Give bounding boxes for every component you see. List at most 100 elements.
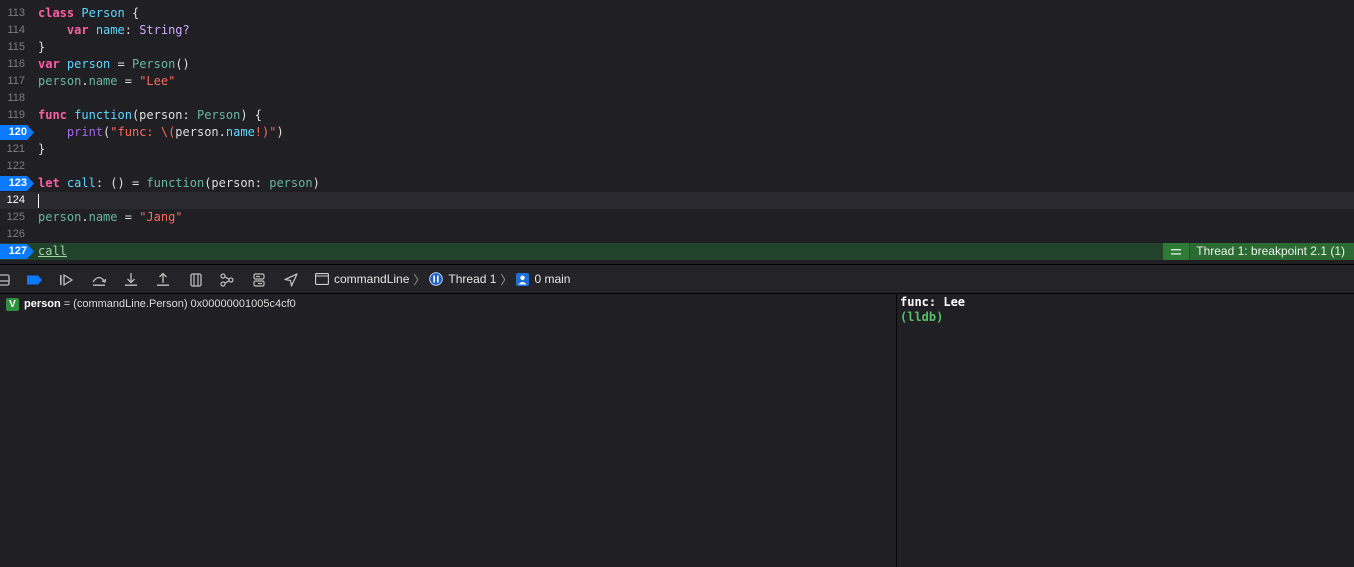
variables-view[interactable]: V person = (commandLine.Person) 0x000000… [0,294,896,567]
step-over-icon[interactable] [91,272,107,288]
identifier: call [38,244,67,258]
code-line[interactable]: 113 class Person { [0,5,1354,22]
identifier: person [38,74,82,88]
breadcrumb: commandLine 〉 Thread 1 〉 0 main [315,265,570,293]
punctuation: } [38,40,46,54]
line-number: 121 [6,143,25,155]
property-name: name [225,125,255,139]
line-number: 114 [7,24,25,36]
identifier: person [38,210,82,224]
line-number: 123 [8,177,27,189]
console-output: func: Lee [900,295,966,309]
simulate-location-icon[interactable] [283,272,299,288]
variable-badge: V [6,297,19,311]
view-hierarchy-icon[interactable] [188,272,204,288]
line-number: 115 [7,41,25,53]
line-number: 116 [7,58,25,70]
code-line[interactable]: 123 let call: () = function(person: pers… [0,175,1354,192]
code-line[interactable]: 126 [0,226,1354,243]
annotation-message: Thread 1: breakpoint 2.1 (1) [1189,243,1354,260]
code-line-current[interactable]: 124 [0,192,1354,209]
code-line[interactable]: 114 var name: String? [0,22,1354,39]
punctuation: ) { [240,108,263,122]
type-name: Person [131,57,176,71]
identifier: name [88,74,118,88]
chevron-right-icon: 〉 [413,272,426,287]
punctuation: ) [276,125,284,139]
code-line[interactable]: 115 } [0,39,1354,56]
breakpoints-toggle-icon[interactable] [26,272,42,288]
code-line-active[interactable]: 127 call Thread 1: breakpoint 2.1 (1) [0,243,1354,260]
code-line[interactable]: 117 person.name = "Lee" [0,73,1354,90]
environment-overrides-icon[interactable] [251,272,267,288]
identifier: person [175,125,219,139]
memory-graph-icon[interactable] [219,272,235,288]
punctuation: ) [312,176,320,190]
source-editor[interactable]: 113 class Person { 114 var name: String?… [0,0,1354,263]
line-number: 124 [6,194,25,206]
continue-icon[interactable] [58,272,75,288]
type-name: Person [196,108,241,122]
hide-debug-area-icon[interactable] [0,272,12,288]
punctuation: (person: [204,176,270,190]
function-name: function [74,108,132,122]
step-out-icon[interactable] [155,272,171,288]
keyword: var [38,57,60,71]
string-literal: "Jang" [139,210,183,224]
window-icon [315,273,329,285]
breadcrumb-thread[interactable]: Thread 1 [448,272,496,286]
variable-value: = (commandLine.Person) 0x00000001005c4cf… [63,298,296,310]
string-literal: "func: \( [110,125,176,139]
text-caret [38,193,39,208]
string-literal: !)" [254,125,277,139]
line-number: 126 [6,228,25,240]
punctuation: } [38,142,46,156]
equals-icon [1163,243,1190,260]
line-number: 118 [7,92,25,104]
step-into-icon[interactable] [123,272,139,288]
line-number: 127 [8,245,27,257]
line-number: 120 [8,126,27,138]
punctuation: = [117,210,140,224]
code-line[interactable]: 119 func function(person: Person) { [0,107,1354,124]
breakpoint-marker[interactable]: 127 [0,244,34,259]
code-line[interactable]: 120 print("func: \(person.name!)") [0,124,1354,141]
line-number: 113 [7,7,25,19]
line-number: 119 [7,109,25,121]
variable-name: person [24,298,61,310]
punctuation: (person: [131,108,197,122]
breakpoint-annotation[interactable]: Thread 1: breakpoint 2.1 (1) [1163,243,1354,260]
identifier: person [269,176,313,190]
function-call: function [146,176,205,190]
breadcrumb-target[interactable]: commandLine [334,272,409,286]
punctuation: { [131,6,140,20]
variable-row[interactable]: V person = (commandLine.Person) 0x000000… [6,296,296,312]
code-line[interactable]: 125 person.name = "Jang" [0,209,1354,226]
keyword: func [38,108,67,122]
keyword: class [38,6,75,20]
breadcrumb-frame[interactable]: 0 main [534,272,570,286]
line-number: 117 [7,75,25,87]
code-line[interactable]: 122 [0,158,1354,175]
line-number: 122 [6,160,25,172]
variable-name: person [66,57,111,71]
property-name: name [95,23,125,37]
type-name: Person [81,6,125,20]
type-name: String? [139,23,190,37]
code-line[interactable]: 121 } [0,141,1354,158]
code-line[interactable]: 118 [0,90,1354,107]
person-icon [516,272,530,286]
keyword: var [66,23,89,37]
debug-console[interactable]: func: Lee (lldb) [897,294,1354,567]
punctuation: () [175,57,190,71]
line-number: 125 [6,211,25,223]
chevron-right-icon: 〉 [500,272,513,287]
code-line[interactable]: 116 var person = Person() [0,56,1354,73]
console-prompt[interactable]: (lldb) [900,310,1354,325]
breakpoint-marker[interactable]: 120 [0,125,34,140]
punctuation: = [110,57,132,71]
function-call: print [66,125,104,139]
punctuation: . [81,210,89,224]
breakpoint-marker[interactable]: 123 [0,176,34,191]
keyword: let [38,176,60,190]
